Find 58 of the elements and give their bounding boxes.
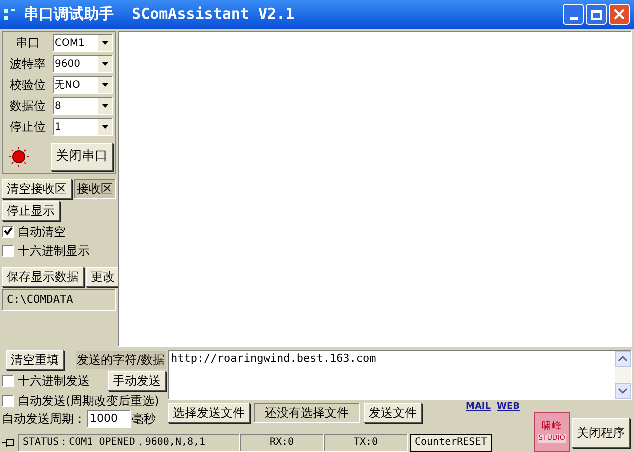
- caret-icon: [102, 62, 108, 66]
- checkbox-label: 自动清空: [18, 224, 66, 240]
- clear-receive-button[interactable]: 清空接收区: [2, 179, 72, 199]
- period-unit: 毫秒: [132, 411, 156, 428]
- counter-reset-button[interactable]: CounterRESET: [410, 434, 492, 452]
- checkbox-label: 自动发送(周期改变后重选): [18, 392, 160, 410]
- save-data-button[interactable]: 保存显示数据: [2, 267, 84, 287]
- checkbox[interactable]: [2, 394, 14, 406]
- window-title: 串口调试助手 SComAssistant V2.1: [24, 4, 295, 26]
- change-button[interactable]: 更改: [86, 267, 120, 287]
- receive-area-label: 接收区: [74, 179, 116, 199]
- setting-dropdown[interactable]: 8: [53, 97, 113, 115]
- close-button[interactable]: [609, 4, 630, 25]
- period-field[interactable]: 1000: [87, 410, 131, 428]
- setting-label: 数据位: [9, 98, 47, 115]
- caret-icon: [102, 83, 108, 87]
- checkbox[interactable]: [2, 244, 14, 256]
- checkbox[interactable]: [2, 375, 14, 387]
- caret-icon: [102, 104, 108, 108]
- path-field[interactable]: C:\COMDATA: [2, 289, 116, 311]
- setting-label: 校验位: [9, 77, 47, 94]
- period-label: 自动发送周期：: [2, 411, 86, 428]
- close-port-button[interactable]: 关闭串口: [51, 143, 113, 171]
- checkbox-label: 十六进制显示: [18, 242, 90, 260]
- send-file-button[interactable]: 发送文件: [364, 403, 422, 423]
- link[interactable]: WEB: [497, 403, 520, 412]
- send-text-area[interactable]: http://roaringwind.best.163.com: [168, 350, 632, 400]
- checkbox-label: 十六进制发送: [18, 373, 90, 390]
- app-icon: [4, 8, 16, 22]
- setting-label: 串口: [15, 35, 41, 52]
- setting-label: 停止位: [9, 119, 47, 136]
- scroll-down-icon[interactable]: [615, 383, 631, 399]
- close-icon: [614, 9, 625, 20]
- setting-label: 波特率: [9, 56, 47, 73]
- pin-icon: [2, 438, 16, 448]
- minimize-button[interactable]: [563, 4, 584, 25]
- status-text: STATUS：COM1 OPENED，9600,N,8,1: [18, 434, 240, 452]
- file-status-field: 还没有选择文件: [254, 403, 360, 423]
- caret-icon: [102, 41, 108, 45]
- rx-counter: RX:0: [240, 434, 324, 452]
- scroll-up-icon[interactable]: [615, 351, 631, 367]
- send-area-label: 发送的字符/数据: [76, 351, 166, 369]
- setting-dropdown[interactable]: 1: [53, 118, 113, 136]
- checkbox[interactable]: [2, 226, 14, 238]
- manual-send-button[interactable]: 手动发送: [108, 371, 166, 391]
- link[interactable]: MAIL: [466, 403, 492, 412]
- caret-icon: [102, 125, 108, 129]
- logo-text: 啸峰: [542, 421, 562, 434]
- stop-display-button[interactable]: 停止显示: [2, 201, 60, 221]
- close-program-button[interactable]: 关闭程序: [572, 418, 630, 448]
- scrollbar[interactable]: [615, 351, 631, 399]
- setting-dropdown[interactable]: COM1: [53, 34, 113, 52]
- setting-dropdown[interactable]: 9600: [53, 55, 113, 73]
- setting-dropdown[interactable]: 无NO: [53, 76, 113, 94]
- maximize-button[interactable]: [586, 4, 607, 25]
- clear-send-button[interactable]: 清空重填: [6, 350, 64, 370]
- select-file-button[interactable]: 选择发送文件: [168, 403, 250, 423]
- tx-counter: TX:0: [324, 434, 408, 452]
